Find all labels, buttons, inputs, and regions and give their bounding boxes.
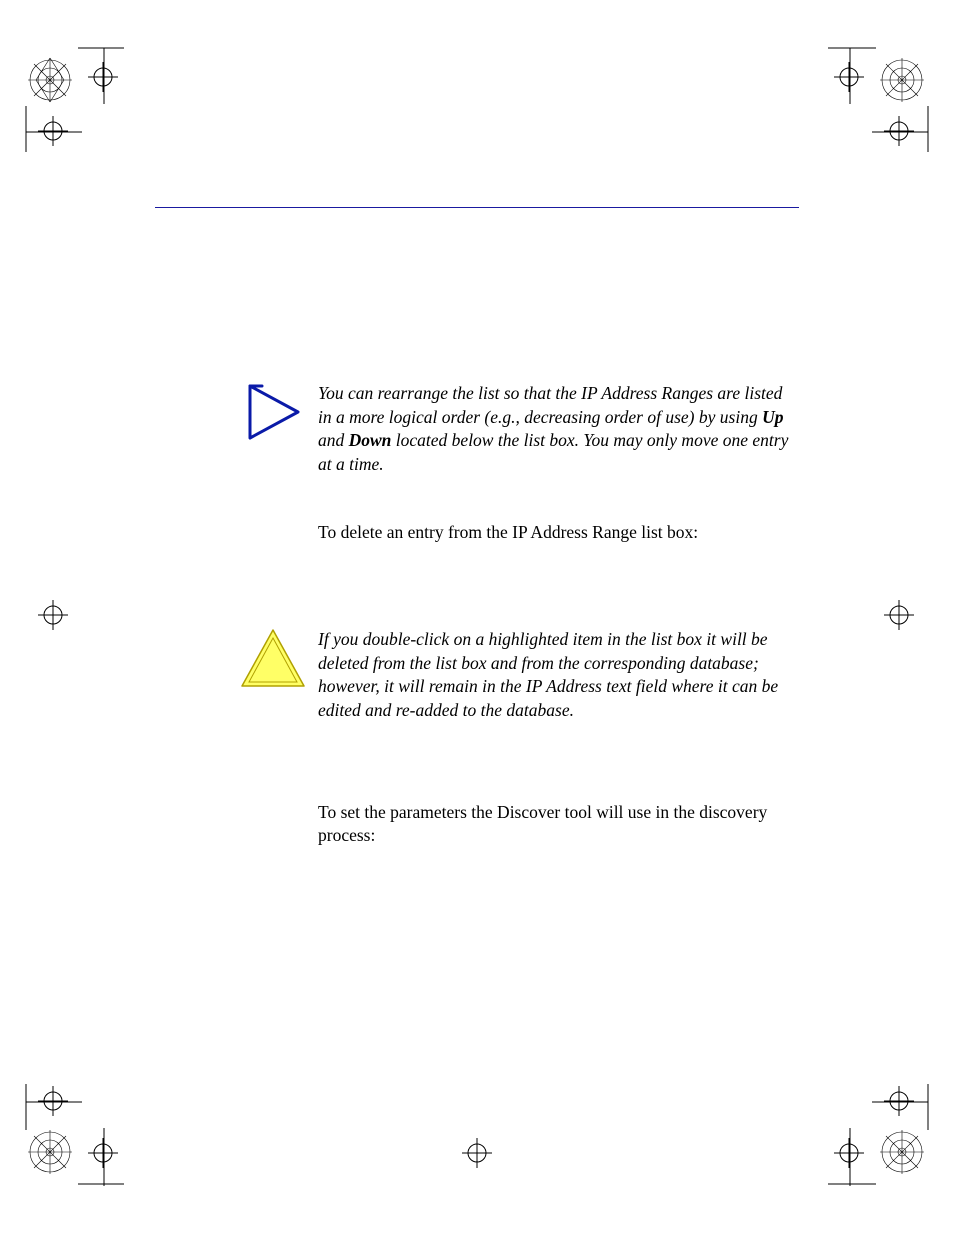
warning-triangle-icon — [238, 626, 308, 692]
tip-up: Up — [762, 407, 783, 427]
set-params-text: To set the parameters the Discover tool … — [318, 801, 798, 848]
reg-mark-top-right-corner2 — [872, 106, 942, 166]
reg-mark-bottom-right-corner — [872, 1072, 942, 1132]
delete-intro-block: To delete an entry from the IP Address R… — [318, 521, 798, 545]
reg-mark-right-mid-cross — [884, 600, 914, 630]
reg-mark-bottom-right-cross2 — [834, 1138, 864, 1168]
reg-mark-bottom-right-corner2 — [818, 1128, 878, 1198]
caution-text: If you double-click on a highlighted ite… — [318, 628, 798, 723]
set-params-block: To set the parameters the Discover tool … — [318, 801, 798, 848]
main-content: You can rearrange the list so that the I… — [318, 382, 798, 886]
tip-mid: and — [318, 430, 349, 450]
header-rule — [155, 207, 799, 208]
tip-down: Down — [349, 430, 392, 450]
reg-mark-top-right-rosette — [878, 56, 926, 104]
tip-text: You can rearrange the list so that the I… — [318, 382, 798, 477]
reg-mark-bottom-right-rosette — [878, 1128, 926, 1176]
caution-block: If you double-click on a highlighted ite… — [318, 628, 798, 723]
reg-mark-top-left-cross2 — [38, 116, 68, 146]
reg-mark-bottom-left-corner2 — [78, 1128, 138, 1198]
reg-mark-top-right-cross2 — [884, 116, 914, 146]
reg-mark-top-left-cross — [88, 62, 118, 92]
reg-mark-bottom-center-cross — [462, 1138, 492, 1168]
reg-mark-top-left-corner — [78, 36, 138, 106]
reg-mark-top-left-corner2 — [14, 106, 84, 166]
delete-intro-text: To delete an entry from the IP Address R… — [318, 521, 798, 545]
reg-mark-bottom-left-corner — [14, 1072, 84, 1132]
reg-mark-bottom-left-cross2 — [88, 1138, 118, 1168]
tip-block: You can rearrange the list so that the I… — [318, 382, 798, 477]
reg-mark-top-left-rosette — [26, 56, 74, 104]
reg-mark-left-mid-cross — [38, 600, 68, 630]
play-icon — [244, 384, 304, 440]
reg-mark-bottom-left-cross — [38, 1086, 68, 1116]
reg-mark-top-right-cross — [834, 62, 864, 92]
reg-mark-top-right-corner — [818, 36, 878, 106]
reg-mark-bottom-right-cross — [884, 1086, 914, 1116]
reg-mark-bottom-left-rosette — [26, 1128, 74, 1176]
tip-pre: You can rearrange the list so that the I… — [318, 383, 782, 427]
